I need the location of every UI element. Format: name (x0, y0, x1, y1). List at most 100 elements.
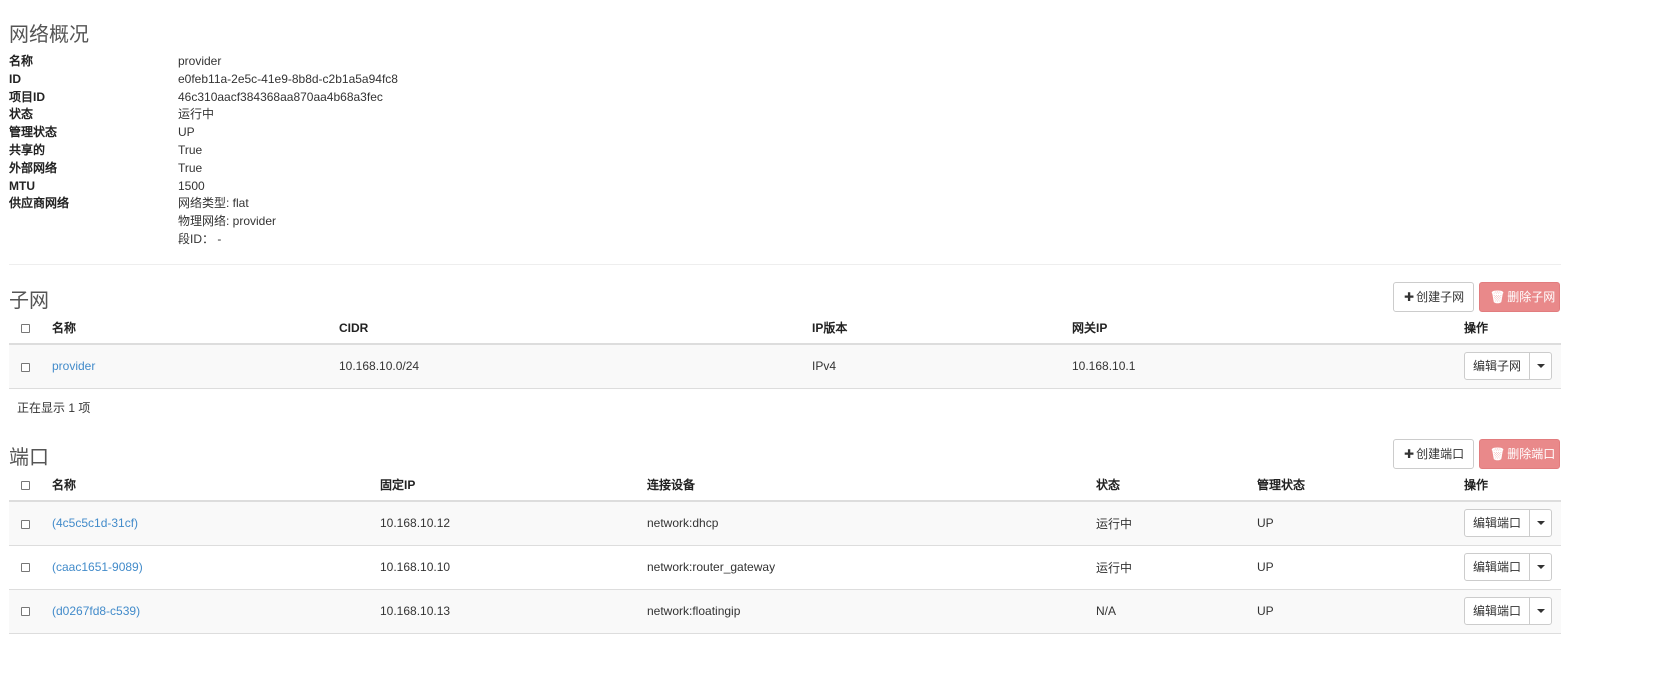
row-checkbox[interactable] (21, 607, 30, 617)
column-header[interactable]: 状态 (1096, 469, 1257, 502)
provider-network-type: 网络类型: flat (178, 196, 249, 211)
overview-row-provider-network: 供应商网络 网络类型: flat 物理网络: provider 段ID： - (9, 195, 609, 248)
caret-down-icon (1536, 364, 1545, 369)
row-actions: 编辑端口 (1464, 597, 1553, 625)
overview-list: 名称 provider ID e0feb11a-2e5c-41e9-8b8d-c… (9, 53, 609, 249)
column-header[interactable]: 管理状态 (1257, 469, 1464, 502)
overview-row-shared: 共享的 True (9, 142, 609, 160)
overview-row-project-id: 项目ID 46c310aacf384368aa870aa4b68a3fec (9, 89, 609, 107)
subnet-gateway: 10.168.10.1 (1072, 344, 1464, 389)
port-status: N/A (1096, 589, 1257, 634)
subnets-title: 子网 (9, 288, 49, 312)
overview-value: 1500 (178, 178, 205, 193)
overview-label: ID (9, 71, 21, 86)
create-subnet-label: 创建子网 (1416, 290, 1465, 304)
delete-subnet-button[interactable]: 🗑 删除子网 (1479, 282, 1560, 312)
provider-segment-id: 段ID： - (178, 231, 222, 246)
table-row: (d0267fd8-c539) 10.168.10.13 network:flo… (9, 589, 1561, 634)
row-checkbox[interactable] (21, 519, 30, 529)
overview-label: 项目ID (9, 89, 46, 104)
overview-value: 46c310aacf384368aa870aa4b68a3fec (178, 89, 383, 104)
overview-row-mtu: MTU 1500 (9, 178, 609, 196)
edit-port-button[interactable]: 编辑端口 (1465, 598, 1531, 624)
plus-icon: ✚ (1404, 290, 1415, 304)
row-checkbox[interactable] (21, 563, 30, 573)
column-header[interactable]: CIDR (339, 312, 812, 345)
overview-value: 运行中 (178, 107, 215, 122)
row-checkbox[interactable] (21, 362, 30, 372)
port-name-link[interactable]: (caac1651-9089) (52, 560, 143, 574)
edit-port-button[interactable]: 编辑端口 (1465, 510, 1531, 537)
overview-label: 共享的 (9, 142, 46, 157)
column-header[interactable]: 连接设备 (647, 469, 1096, 502)
subnets-header: 子网 ✚ 创建子网 🗑 删除子网 (9, 280, 1561, 312)
port-admin-state: UP (1257, 589, 1464, 634)
port-device: network:floatingip (647, 589, 1096, 634)
overview-value: e0feb11a-2e5c-41e9-8b8d-c2b1a5a94fc8 (178, 71, 398, 86)
overview-row-admin-state: 管理状态 UP (9, 124, 609, 142)
delete-port-button[interactable]: 🗑 删除端口 (1479, 439, 1560, 469)
select-all-checkbox[interactable] (21, 323, 30, 333)
overview-row-external: 外部网络 True (9, 160, 609, 178)
overview-label: MTU (9, 178, 35, 193)
actions-dropdown-toggle[interactable] (1530, 353, 1551, 379)
column-header[interactable]: 名称 (52, 469, 380, 502)
overview-value: True (178, 142, 203, 157)
port-name-link[interactable]: (4c5c5c1d-31cf) (52, 516, 138, 530)
plus-icon: ✚ (1404, 447, 1415, 461)
edit-port-button[interactable]: 编辑端口 (1465, 554, 1531, 580)
overview-label: 外部网络 (9, 160, 58, 175)
trash-icon: 🗑 (1490, 290, 1506, 304)
overview-label: 状态 (9, 107, 34, 122)
column-header[interactable]: 名称 (52, 312, 339, 345)
port-status: 运行中 (1096, 545, 1257, 590)
overview-value: UP (178, 125, 195, 140)
caret-down-icon (1536, 521, 1545, 526)
row-actions: 编辑端口 (1464, 509, 1553, 538)
ports-table: 名称 固定IP 连接设备 状态 管理状态 操作 (4c5c5c1d-31cf) … (9, 469, 1561, 634)
row-actions: 编辑端口 (1464, 553, 1553, 581)
port-name-link[interactable]: (d0267fd8-c539) (52, 604, 140, 618)
ports-header: 端口 ✚ 创建端口 🗑 删除端口 (9, 437, 1561, 469)
port-fixed-ip: 10.168.10.10 (380, 545, 647, 590)
subnets-item-count: 正在显示 1 项 (17, 401, 91, 415)
overview-label: 供应商网络 (9, 196, 70, 211)
select-all-checkbox[interactable] (21, 480, 30, 490)
edit-subnet-button[interactable]: 编辑子网 (1465, 353, 1531, 380)
table-row: (caac1651-9089) 10.168.10.10 network:rou… (9, 545, 1561, 590)
caret-down-icon (1536, 609, 1545, 613)
create-port-label: 创建端口 (1416, 447, 1465, 461)
actions-dropdown-toggle[interactable] (1530, 554, 1551, 580)
port-fixed-ip: 10.168.10.13 (380, 589, 647, 634)
overview-value: provider (178, 54, 222, 68)
port-fixed-ip: 10.168.10.12 (380, 501, 647, 546)
overview-row-name: 名称 provider (9, 53, 609, 71)
provider-physical-network: 物理网络: provider (178, 214, 277, 229)
caret-down-icon (1536, 565, 1545, 569)
overview-title: 网络概况 (9, 22, 89, 46)
column-header: 操作 (1464, 312, 1561, 345)
table-header-row: 名称 CIDR IP版本 网关IP 操作 (9, 312, 1561, 345)
trash-icon: 🗑 (1490, 447, 1506, 461)
ports-title: 端口 (9, 445, 49, 469)
row-actions: 编辑子网 (1464, 352, 1553, 381)
actions-dropdown-toggle[interactable] (1530, 510, 1551, 536)
table-header-row: 名称 固定IP 连接设备 状态 管理状态 操作 (9, 469, 1561, 502)
column-header[interactable]: IP版本 (812, 312, 1072, 345)
overview-label: 名称 (9, 54, 34, 68)
table-row: (4c5c5c1d-31cf) 10.168.10.12 network:dhc… (9, 501, 1561, 546)
provider-network-details: 网络类型: flat 物理网络: provider 段ID： - (178, 195, 609, 248)
create-subnet-button[interactable]: ✚ 创建子网 (1393, 282, 1474, 312)
overview-label: 管理状态 (9, 125, 58, 140)
port-admin-state: UP (1257, 545, 1464, 590)
create-port-button[interactable]: ✚ 创建端口 (1393, 439, 1474, 469)
subnets-table: 名称 CIDR IP版本 网关IP 操作 provider 10.168.10.… (9, 312, 1561, 389)
column-header[interactable]: 网关IP (1072, 312, 1464, 345)
port-device: network:dhcp (647, 501, 1096, 546)
section-divider (9, 264, 1561, 265)
port-admin-state: UP (1257, 501, 1464, 546)
actions-dropdown-toggle[interactable] (1530, 598, 1551, 624)
subnet-name-link[interactable]: provider (52, 359, 95, 373)
port-status: 运行中 (1096, 501, 1257, 546)
column-header[interactable]: 固定IP (380, 469, 647, 502)
